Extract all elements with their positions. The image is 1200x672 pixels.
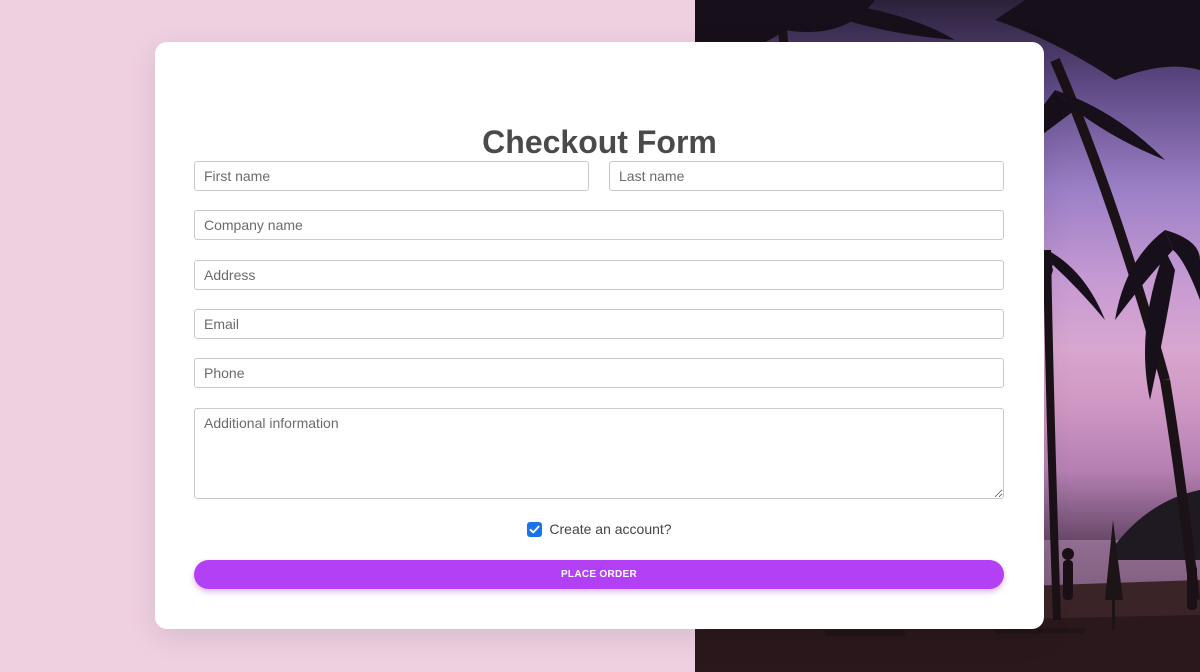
- email-input[interactable]: [194, 309, 1004, 339]
- create-account-checkbox[interactable]: [527, 521, 543, 537]
- first-name-input[interactable]: [194, 161, 589, 191]
- page-title: Checkout Form: [482, 124, 717, 160]
- create-account-row: Create an account?: [155, 519, 1044, 539]
- address-input[interactable]: [194, 260, 1004, 290]
- phone-input[interactable]: [194, 358, 1004, 388]
- check-icon: [529, 525, 540, 533]
- last-name-input[interactable]: [609, 161, 1004, 191]
- company-name-input[interactable]: [194, 210, 1004, 240]
- create-account-label[interactable]: Create an account?: [549, 521, 671, 537]
- place-order-button[interactable]: PLACE ORDER: [194, 560, 1004, 589]
- additional-info-textarea[interactable]: [194, 408, 1004, 499]
